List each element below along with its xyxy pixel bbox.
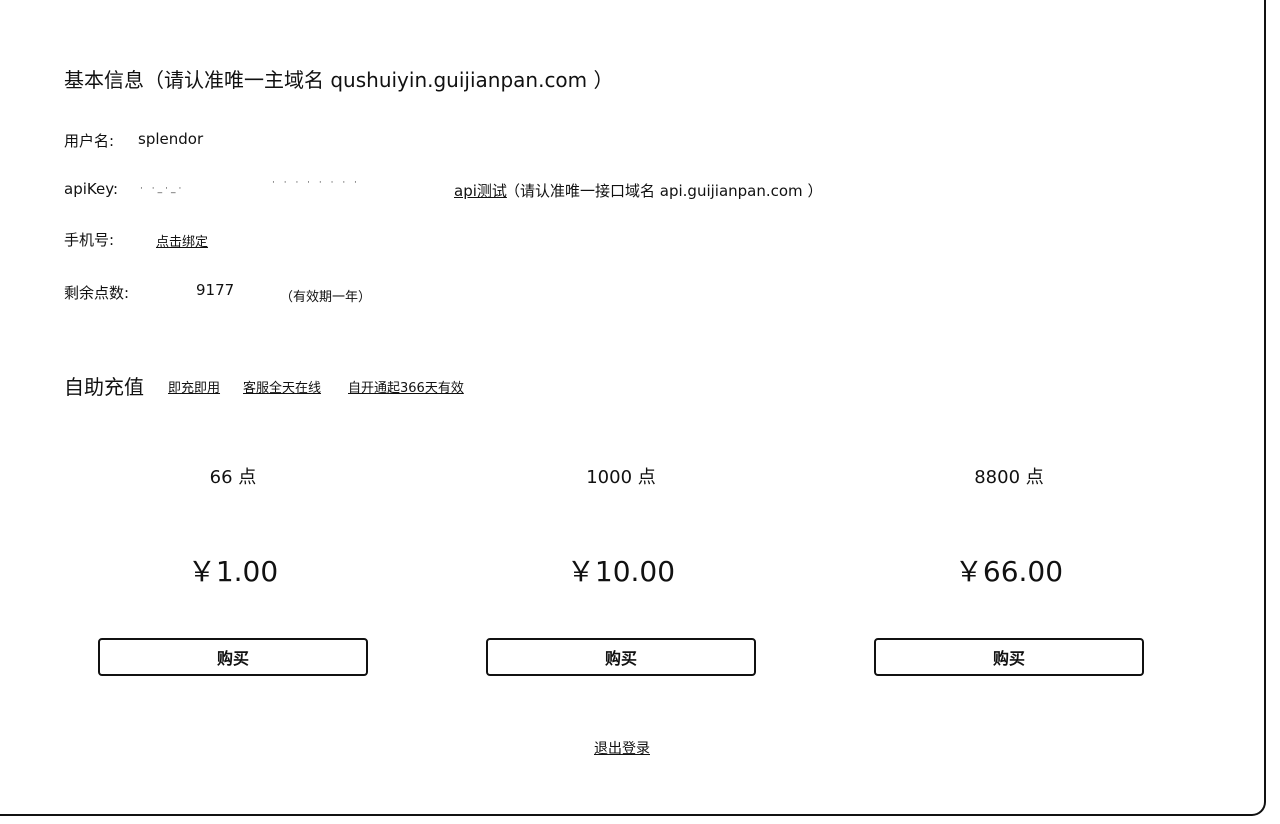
apikey-masked-prefix: · ·_·_· (140, 184, 185, 194)
buy-button[interactable]: 购买 (874, 638, 1144, 676)
plan-price: ￥10.00 (566, 555, 676, 588)
recharge-link-validity[interactable]: 自开通起366天有效 (348, 377, 464, 396)
page-frame (0, 0, 1266, 816)
points-label: 剩余点数: (64, 284, 130, 302)
plan-points: 66 点 (209, 467, 257, 488)
phone-label: 手机号: (64, 231, 115, 249)
recharge-link-instant[interactable]: 即充即用 (168, 377, 220, 396)
plan-price: ￥66.00 (954, 555, 1064, 588)
plan-points: 1000 点 (586, 467, 656, 488)
points-validity: （有效期一年） (280, 290, 372, 305)
api-domain-note: （请认准唯一接口域名 api.guijianpan.com ） (505, 182, 823, 200)
points-value: 9177 (196, 281, 235, 299)
basic-info-title: 基本信息（请认准唯一主域名 qushuiyin.guijianpan.com ） (64, 68, 614, 92)
bind-phone-link[interactable]: 点击绑定 (156, 231, 208, 250)
api-test-link[interactable]: api测试 (454, 180, 507, 201)
apikey-label: apiKey: (64, 180, 119, 198)
apikey-masked-value: · · · · · · · · (272, 178, 360, 188)
plan-price: ￥1.00 (187, 555, 279, 588)
plan-points: 8800 点 (974, 467, 1044, 488)
recharge-link-service[interactable]: 客服全天在线 (243, 377, 321, 396)
buy-button[interactable]: 购买 (98, 638, 368, 676)
logout-link[interactable]: 退出登录 (594, 738, 650, 758)
username-label: 用户名: (64, 132, 115, 150)
username-value: splendor (138, 130, 204, 148)
recharge-title: 自助充值 (64, 375, 144, 399)
buy-button[interactable]: 购买 (486, 638, 756, 676)
